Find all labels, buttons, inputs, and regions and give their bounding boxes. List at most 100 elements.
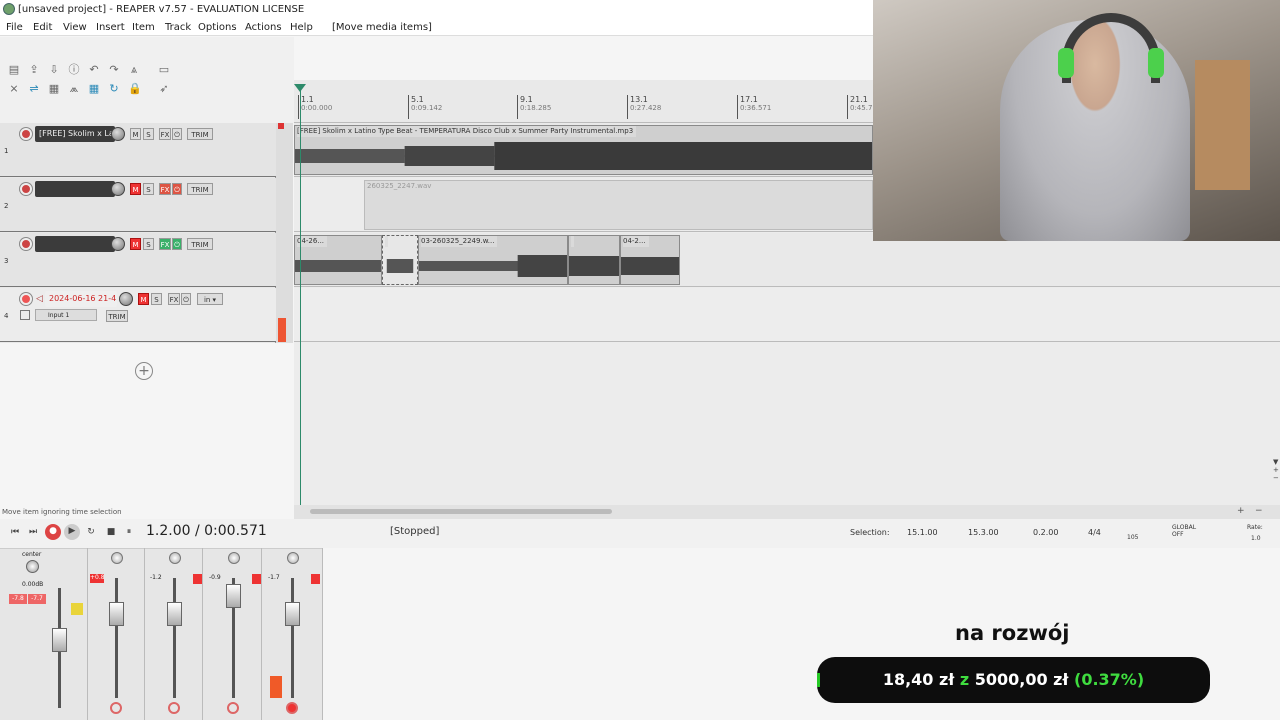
media-item[interactable]: 04-2... [620, 235, 680, 285]
rate-value[interactable]: 1.0 [1251, 535, 1261, 542]
media-item[interactable] [568, 235, 620, 285]
item-grouping-icon[interactable]: ⩕ [68, 83, 80, 95]
fx-bypass-button[interactable]: ⏻ [172, 238, 182, 250]
redo-icon[interactable]: ↷ [108, 64, 120, 76]
record-icon[interactable]: ● [45, 524, 61, 540]
record-arm-button[interactable] [20, 128, 32, 140]
open-project-icon[interactable]: ⇪ [28, 64, 40, 76]
edit-cursor[interactable] [300, 85, 301, 505]
metronome-icon[interactable]: ⩓ [128, 64, 140, 76]
fx-button[interactable]: FX [159, 238, 171, 250]
track-name[interactable] [35, 181, 115, 197]
timeline-ruler[interactable]: 1.1 0:00.000 5.1 0:09.142 9.1 0:18.285 13.1… [294, 80, 877, 123]
menu-item[interactable]: Item [132, 19, 155, 36]
mute-button[interactable] [311, 574, 320, 584]
media-item[interactable]: [FREE] Skolim x Latino Type Beat - TEMPE… [294, 125, 873, 175]
selection-length[interactable]: 0.2.00 [1033, 528, 1058, 537]
undo-icon[interactable]: ↶ [88, 64, 100, 76]
zoom-in-icon[interactable]: + [1237, 506, 1245, 516]
fx-button[interactable]: FX [159, 183, 171, 195]
snap-icon[interactable]: ▦ [88, 83, 100, 95]
media-item[interactable]: 03-260325_2249.w... [418, 235, 568, 285]
solo-button[interactable]: S [151, 293, 162, 305]
snapping-icon[interactable]: ↻ [108, 83, 120, 95]
input-select[interactable]: Input 1 [35, 309, 97, 321]
pan-knob[interactable] [228, 552, 240, 564]
mute-button[interactable]: M [130, 128, 141, 140]
record-arm-icon[interactable] [110, 702, 122, 714]
lock-icon[interactable]: 🔒 [128, 83, 142, 95]
track-header-4[interactable]: 4 ◁ 2024-06-16 21-41 M S FX ⏻ in ▾ Input… [0, 288, 276, 342]
fx-button[interactable]: FX [159, 128, 171, 140]
repeat-icon[interactable]: ↻ [84, 525, 98, 539]
fx-bypass-button[interactable]: ⏻ [181, 293, 191, 305]
selection-start[interactable]: 15.1.00 [907, 528, 938, 537]
menu-file[interactable]: File [6, 19, 23, 36]
volume-fader[interactable] [109, 602, 124, 626]
trim-envelope-button[interactable]: TRIM [187, 128, 213, 140]
track-header-1[interactable]: 1 [FREE] Skolim x La M S FX ⏻ TRIM [0, 123, 276, 177]
volume-fader[interactable] [285, 602, 300, 626]
horizontal-scroll-thumb[interactable] [310, 509, 612, 514]
fx-bypass-button[interactable]: ⏻ [172, 128, 182, 140]
go-to-start-icon[interactable]: ⏮ [8, 525, 22, 539]
time-signature[interactable]: 4/4 [1088, 528, 1101, 537]
trim-envelope-button[interactable]: TRIM [187, 183, 213, 195]
mute-button[interactable]: M [130, 183, 141, 195]
solo-button[interactable]: S [143, 183, 154, 195]
menu-edit[interactable]: Edit [33, 19, 52, 36]
track-header-3[interactable]: 3 M S FX ⏻ TRIM [0, 233, 276, 287]
record-arm-button[interactable] [20, 238, 32, 250]
solo-button[interactable]: S [143, 128, 154, 140]
solo-button[interactable]: S [143, 238, 154, 250]
fx-button[interactable]: FX [168, 293, 180, 305]
track-name[interactable]: 2024-06-16 21-41 [45, 291, 117, 307]
media-item[interactable]: 04-26... [294, 235, 382, 285]
menu-options[interactable]: Options [198, 19, 237, 36]
mute-button[interactable]: M [130, 238, 141, 250]
grid-lines-icon[interactable]: ▭ [158, 64, 170, 76]
pan-knob[interactable] [169, 552, 181, 564]
volume-fader[interactable] [226, 584, 241, 608]
volume-fader[interactable] [167, 602, 182, 626]
project-settings-icon[interactable]: ⓘ [68, 64, 80, 76]
media-item-ghost[interactable]: 260325_2247.wav [364, 180, 873, 230]
volume-knob[interactable] [111, 237, 125, 251]
record-arm-button[interactable] [20, 293, 32, 305]
peak-left[interactable]: -7.8 [9, 594, 27, 604]
master-fader[interactable] [52, 628, 67, 652]
mute-button[interactable] [252, 574, 261, 584]
menu-track[interactable]: Track [165, 19, 191, 36]
mute-button[interactable] [193, 574, 202, 584]
new-project-icon[interactable]: ▤ [8, 64, 20, 76]
play-icon[interactable]: ▶ [64, 524, 80, 540]
menu-last-action[interactable]: [Move media items] [332, 19, 432, 36]
volume-knob[interactable] [119, 292, 133, 306]
tempo[interactable]: 105 [1127, 534, 1138, 541]
pause-icon[interactable]: ⏸ [122, 525, 136, 539]
menu-actions[interactable]: Actions [245, 19, 282, 36]
menu-view[interactable]: View [63, 19, 87, 36]
speaker-icon[interactable]: ◁ [36, 294, 43, 304]
record-arm-icon[interactable] [227, 702, 239, 714]
trim-envelope-button[interactable]: TRIM [187, 238, 213, 250]
add-track-button[interactable]: + [135, 362, 153, 380]
trim-envelope-button[interactable]: TRIM [106, 310, 128, 322]
record-arm-button[interactable] [20, 183, 32, 195]
record-monitor-button[interactable]: in ▾ [197, 293, 223, 305]
edit-cursor-marker[interactable] [294, 84, 306, 92]
vertical-zoom-controls[interactable]: ▼ + − [1273, 458, 1280, 498]
menu-help[interactable]: Help [290, 19, 313, 36]
record-arm-icon[interactable] [168, 702, 180, 714]
pan-knob[interactable] [287, 552, 299, 564]
selection-end[interactable]: 15.3.00 [968, 528, 999, 537]
fx-bypass-button[interactable]: ⏻ [172, 183, 182, 195]
go-to-end-icon[interactable]: ⏭ [26, 525, 40, 539]
master-pan-knob[interactable] [26, 560, 39, 573]
stop-icon[interactable]: ■ [104, 525, 118, 539]
volume-knob[interactable] [111, 127, 125, 141]
media-item-selected[interactable] [382, 235, 418, 285]
track-name[interactable]: [FREE] Skolim x La [35, 126, 115, 142]
mute-button[interactable]: M [138, 293, 149, 305]
time-display[interactable]: 1.2.00 / 0:00.571 [146, 523, 267, 539]
